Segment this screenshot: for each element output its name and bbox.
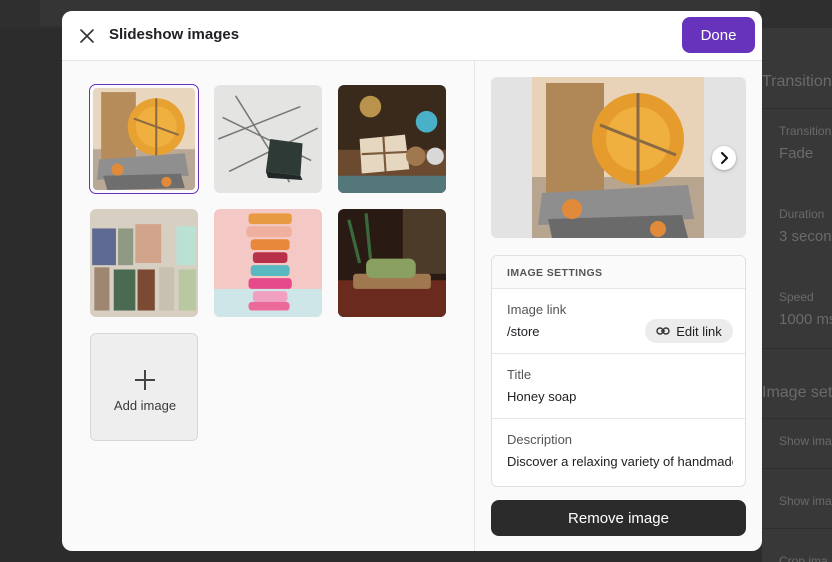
soap-with-lavender-image: [214, 85, 322, 193]
bg-speed-label: Speed: [779, 290, 814, 304]
bg-duration-label: Duration: [779, 207, 825, 221]
chevron-right-icon: [721, 152, 728, 164]
background-settings-panel: Transition Transition Fade Duration 3 se…: [762, 28, 832, 562]
bg-transition-label: Transition: [779, 124, 832, 138]
colorful-soap-stack-image: [214, 209, 322, 317]
description-field[interactable]: Description Discover a relaxing variety …: [492, 419, 745, 484]
description-value[interactable]: Discover a relaxing variety of handmade …: [507, 454, 733, 469]
bg-row-3: Crop ima: [779, 554, 828, 562]
preview-honey-soap-image: [532, 77, 704, 238]
image-link-field: Image link /store Edit link: [492, 289, 745, 354]
close-icon: [80, 29, 94, 43]
wrapped-soap-gift-image: [338, 85, 446, 193]
remove-image-button[interactable]: Remove image: [491, 500, 746, 536]
image-preview: [491, 77, 746, 238]
image-settings-card: IMAGE SETTINGS Image link /store Edit li…: [491, 255, 746, 487]
thumbnail-colorful-soap-stack[interactable]: [214, 209, 322, 317]
thumbnail-honey-soap[interactable]: [89, 84, 199, 194]
image-settings-title: IMAGE SETTINGS: [507, 267, 603, 279]
image-link-label: Image link: [507, 302, 567, 317]
title-label: Title: [507, 367, 532, 382]
dialog-header: Slideshow images Done: [62, 11, 762, 61]
add-image-button[interactable]: Add image: [90, 333, 198, 441]
next-image-button[interactable]: [712, 146, 736, 170]
close-button[interactable]: [76, 25, 98, 47]
honey-soap-image: [93, 88, 195, 190]
image-settings-header: IMAGE SETTINGS: [492, 256, 745, 289]
done-button[interactable]: Done: [682, 17, 755, 53]
bg-row-2: Show ima: [779, 494, 832, 508]
add-image-label: Add image: [113, 398, 177, 413]
thumbnail-soap-bars-and-bottles[interactable]: [90, 209, 198, 317]
green-soap-on-tray-image: [338, 209, 446, 317]
bg-speed-value: 1000 ms: [779, 311, 832, 328]
bg-heading-image-settings: Image set: [762, 384, 832, 401]
soap-bars-and-bottles-image: [90, 209, 198, 317]
dialog-title: Slideshow images: [109, 26, 240, 43]
thumbnail-wrapped-soap-gift[interactable]: [338, 85, 446, 193]
edit-link-label: Edit link: [676, 323, 722, 339]
image-link-value: /store: [507, 324, 540, 339]
slideshow-images-dialog: Slideshow images Done Add image IMAGE SE…: [62, 11, 762, 551]
bg-transition-value: Fade: [779, 145, 814, 162]
panel-divider: [474, 61, 475, 551]
bg-row-1: Show ima: [779, 434, 832, 448]
description-label: Description: [507, 432, 573, 447]
link-icon: [656, 327, 670, 335]
bg-duration-value: 3 second: [779, 228, 832, 245]
plus-icon: [135, 370, 155, 390]
thumbnail-soap-with-lavender[interactable]: [214, 85, 322, 193]
title-value[interactable]: Honey soap: [507, 389, 733, 404]
edit-link-button[interactable]: Edit link: [645, 319, 733, 343]
thumbnail-green-soap-on-tray[interactable]: [338, 209, 446, 317]
bg-heading-transition: Transition: [762, 73, 832, 90]
title-field[interactable]: Title Honey soap: [492, 354, 745, 419]
